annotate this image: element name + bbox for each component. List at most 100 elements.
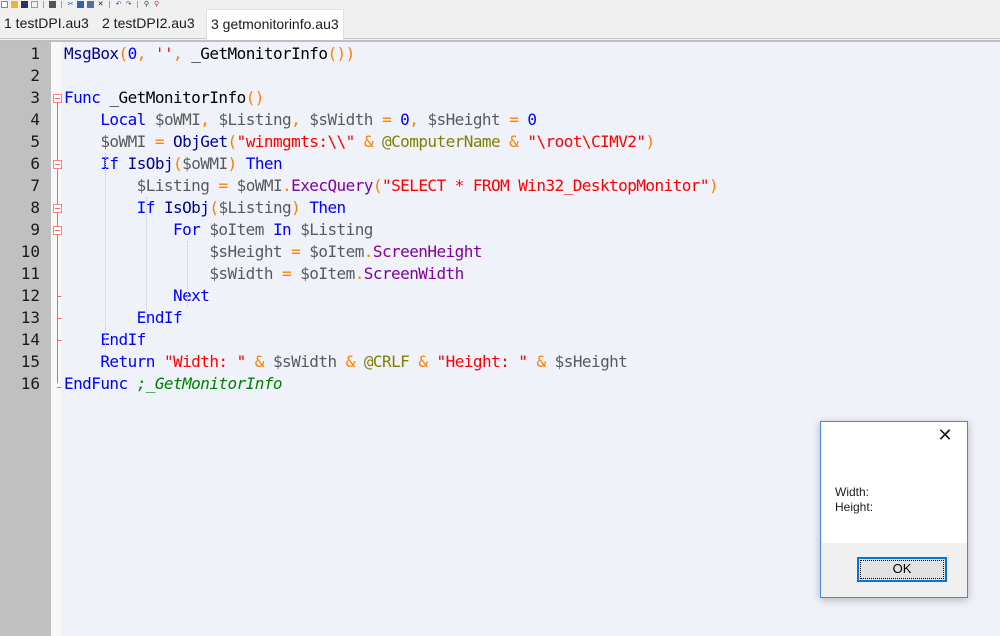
code-token: 0 [127, 44, 138, 63]
fold-end-marker [57, 296, 61, 297]
line-number-gutter: 1 2 3 4 5 6 7 8 9 10 11 12 13 14 15 16 [0, 42, 51, 636]
code-token: = [291, 242, 301, 261]
code-token: $Listing [218, 198, 292, 217]
line-number: 12 [20, 286, 40, 305]
cut-icon[interactable]: ✂ [67, 1, 74, 8]
line-number: 15 [20, 352, 40, 371]
tab-testdpi2[interactable]: 2 testDPI2.au3 [98, 9, 199, 39]
copy-icon[interactable] [77, 1, 84, 8]
close-file-icon[interactable] [31, 1, 38, 8]
code-token: = [154, 132, 165, 151]
indent-guide [187, 241, 188, 307]
new-file-icon[interactable] [1, 1, 8, 8]
code-token: MsgBox [64, 44, 119, 63]
line-number: 10 [20, 242, 40, 261]
ok-button[interactable]: OK [857, 557, 947, 582]
paste-icon[interactable] [87, 1, 94, 8]
code-token: $oWMI [182, 154, 228, 173]
code-token: _GetMonitorInfo [109, 88, 246, 107]
code-token: & [536, 352, 546, 371]
find-icon[interactable]: ⚲ [143, 1, 150, 8]
code-token: = [282, 264, 292, 283]
code-token: $sWidth [209, 264, 273, 283]
open-folder-icon[interactable] [11, 1, 18, 8]
delete-icon[interactable]: ✕ [97, 1, 104, 8]
fold-end-marker [57, 387, 61, 388]
line-number: 4 [30, 110, 40, 129]
replace-icon[interactable]: ⚲ [153, 1, 160, 8]
redo-icon[interactable]: ↷ [125, 1, 132, 8]
code-token: , [291, 110, 310, 129]
code-line[interactable]: MsgBox(0, '', _GetMonitorInfo()) [64, 43, 355, 65]
code-token: $sHeight [554, 352, 628, 371]
code-line[interactable]: $Listing = $oWMI.ExecQuery("SELECT * FRO… [64, 175, 719, 197]
code-token: In [272, 220, 292, 239]
code-token: IsObj [163, 198, 210, 217]
save-icon[interactable] [21, 1, 28, 8]
code-token: () [245, 88, 265, 107]
line-number: 9 [30, 220, 40, 239]
code-line[interactable]: Return "Width: " & $sWidth & @CRLF & "He… [64, 351, 628, 373]
code-token: EndFunc [64, 374, 128, 393]
code-token: ScreenHeight [372, 242, 483, 261]
fold-toggle-icon[interactable] [53, 94, 62, 103]
tab-testdpi[interactable]: 1 testDPI.au3 [0, 9, 93, 39]
code-token: "winmgmts:\\" [236, 132, 356, 151]
tab-getmonitorinfo[interactable]: 3 getmonitorinfo.au3 [206, 9, 344, 40]
code-line[interactable]: For $oItem In $Listing [64, 219, 373, 241]
code-token: $sHeight [427, 110, 501, 129]
code-token: = [218, 176, 228, 195]
close-icon[interactable]: ✕ [937, 427, 953, 445]
code-line[interactable]: Local $oWMI, $Listing, $sWidth = 0, $sHe… [64, 109, 537, 131]
code-line[interactable]: Func _GetMonitorInfo() [64, 87, 264, 109]
line-number: 7 [30, 176, 40, 195]
code-token: 0 [400, 110, 410, 129]
code-line[interactable]: EndFunc ;_GetMonitorInfo [64, 373, 283, 395]
code-line[interactable]: EndIf [64, 307, 183, 329]
undo-icon[interactable]: ↶ [115, 1, 122, 8]
code-token: $oWMI [100, 132, 146, 151]
code-line[interactable]: $oWMI = ObjGet("winmgmts:\\" & @Computer… [64, 131, 655, 153]
line-number: 2 [30, 66, 40, 85]
code-token: Return [100, 352, 155, 371]
code-token: . [354, 264, 365, 283]
toolbar-separator [61, 1, 62, 8]
code-line[interactable]: $sHeight = $oItem.ScreenHeight [64, 241, 482, 263]
code-token: Then [245, 154, 283, 173]
fold-margin[interactable] [51, 42, 61, 636]
fold-toggle-icon[interactable] [53, 160, 62, 169]
code-token: ) [291, 198, 301, 217]
code-token: . [363, 242, 374, 261]
code-line[interactable]: $sWidth = $oItem.ScreenWidth [64, 263, 464, 285]
code-token: $Listing [218, 110, 292, 129]
code-token: & [345, 352, 356, 371]
code-token: '' [154, 44, 174, 63]
code-token: ) [708, 176, 719, 195]
code-line[interactable]: If IsObj($Listing) Then [64, 197, 347, 219]
code-token: IsObj [127, 154, 174, 173]
fold-toggle-icon[interactable] [53, 204, 62, 213]
code-token: $Listing [300, 220, 373, 239]
fold-toggle-icon[interactable] [53, 226, 62, 235]
code-line[interactable]: If IsObj($oWMI) Then [64, 153, 282, 175]
indent-guide [105, 153, 106, 351]
code-token: $sHeight [209, 242, 282, 261]
message-text: Width: Height: [835, 485, 874, 514]
fold-end-marker [57, 340, 61, 341]
print-icon[interactable] [49, 1, 56, 8]
